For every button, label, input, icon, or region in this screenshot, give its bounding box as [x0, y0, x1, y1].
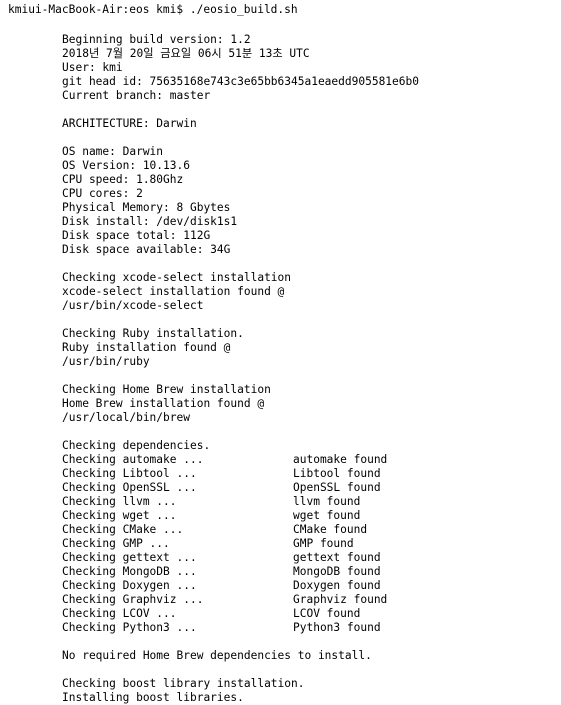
boost-check-line: Checking boost library installation. — [62, 677, 305, 690]
dependency-found: LCOV found — [293, 607, 361, 620]
boost-install-line: Installing boost libraries. — [62, 691, 244, 704]
brew-check-line: Checking Home Brew installation — [62, 383, 271, 396]
os-version-line: OS Version: 10.13.6 — [62, 159, 190, 172]
architecture-line: ARCHITECTURE: Darwin — [62, 117, 197, 130]
dependency-check: Checking CMake ... — [62, 523, 184, 536]
terminal-window[interactable]: kmiui-MacBook-Air:eos kmi$ ./eosio_build… — [0, 0, 563, 705]
dependency-row: Checking wget ... wget found — [62, 509, 419, 523]
dependency-row: Checking GMP ... GMP found — [62, 537, 419, 551]
xcode-check-line: Checking xcode-select installation — [62, 271, 292, 284]
dependency-found: Doxygen found — [293, 579, 381, 592]
os-name-line: OS name: Darwin — [62, 145, 164, 158]
no-deps-line: No required Home Brew dependencies to in… — [62, 649, 372, 662]
dependency-row: Checking MongoDB ... MongoDB found — [62, 565, 419, 579]
command-prompt: kmiui-MacBook-Air:eos kmi$ ./eosio_build… — [8, 3, 298, 16]
cpu-speed-line: CPU speed: 1.80Ghz — [62, 173, 184, 186]
dependency-row: Checking LCOV ... LCOV found — [62, 607, 419, 621]
build-date-line: 2018년 7월 20일 금요일 06시 51분 13초 UTC — [62, 47, 310, 60]
dependency-row: Checking Python3 ... Python3 found — [62, 621, 419, 635]
dependency-found: CMake found — [293, 523, 368, 536]
terminal-output: Beginning build version: 1.2 2018년 7월 20… — [62, 33, 419, 705]
dependency-row: Checking CMake ... CMake found — [62, 523, 419, 537]
dependency-found: Libtool found — [293, 467, 381, 480]
dependency-row: Checking Libtool ... Libtool found — [62, 467, 419, 481]
xcode-path-line: /usr/bin/xcode-select — [62, 299, 204, 312]
dependency-check: Checking Doxygen ... — [62, 579, 197, 592]
ruby-check-line: Checking Ruby installation. — [62, 327, 244, 340]
cpu-cores-line: CPU cores: 2 — [62, 187, 143, 200]
dependency-check: Checking llvm ... — [62, 495, 177, 508]
dependency-row: Checking llvm ... llvm found — [62, 495, 419, 509]
dependency-check: Checking Libtool ... — [62, 467, 197, 480]
dependency-found: Graphviz found — [293, 593, 388, 606]
dependency-found: MongoDB found — [293, 565, 381, 578]
disk-available-line: Disk space available: 34G — [62, 243, 231, 256]
dependency-check: Checking wget ... — [62, 509, 177, 522]
dependency-row: Checking Doxygen ... Doxygen found — [62, 579, 419, 593]
physical-memory-line: Physical Memory: 8 Gbytes — [62, 201, 231, 214]
user-line: User: kmi — [62, 61, 123, 74]
dependency-check: Checking gettext ... — [62, 551, 197, 564]
dependency-check: Checking MongoDB ... — [62, 565, 197, 578]
dependency-found: wget found — [293, 509, 361, 522]
ruby-found-line: Ruby installation found @ — [62, 341, 231, 354]
disk-total-line: Disk space total: 112G — [62, 229, 211, 242]
dependency-check: Checking Python3 ... — [62, 621, 197, 634]
disk-install-line: Disk install: /dev/disk1s1 — [62, 215, 238, 228]
branch-line: Current branch: master — [62, 89, 211, 102]
ruby-path-line: /usr/bin/ruby — [62, 355, 150, 368]
dependency-row: Checking gettext ... gettext found — [62, 551, 419, 565]
dependency-check: Checking automake ... — [62, 453, 204, 466]
dependency-found: automake found — [293, 453, 388, 466]
dependency-check: Checking LCOV ... — [62, 607, 177, 620]
dependency-found: GMP found — [293, 537, 354, 550]
xcode-found-line: xcode-select installation found @ — [62, 285, 285, 298]
dependency-found: llvm found — [293, 495, 361, 508]
brew-found-line: Home Brew installation found @ — [62, 397, 265, 410]
dependency-row: Checking automake ... automake found — [62, 453, 419, 467]
dependency-found: Python3 found — [293, 621, 381, 634]
dependency-found: gettext found — [293, 551, 381, 564]
dependency-check: Checking Graphviz ... — [62, 593, 204, 606]
dependency-check: Checking OpenSSL ... — [62, 481, 197, 494]
brew-path-line: /usr/local/bin/brew — [62, 411, 190, 424]
build-version-line: Beginning build version: 1.2 — [62, 33, 251, 46]
git-head-line: git head id: 75635168e743c3e65bb6345a1ea… — [62, 75, 419, 88]
dependency-check: Checking GMP ... — [62, 537, 170, 550]
deps-heading-line: Checking dependencies. — [62, 439, 211, 452]
dependency-found: OpenSSL found — [293, 481, 381, 494]
dependency-row: Checking Graphviz ... Graphviz found — [62, 593, 419, 607]
dependency-row: Checking OpenSSL ... OpenSSL found — [62, 481, 419, 495]
